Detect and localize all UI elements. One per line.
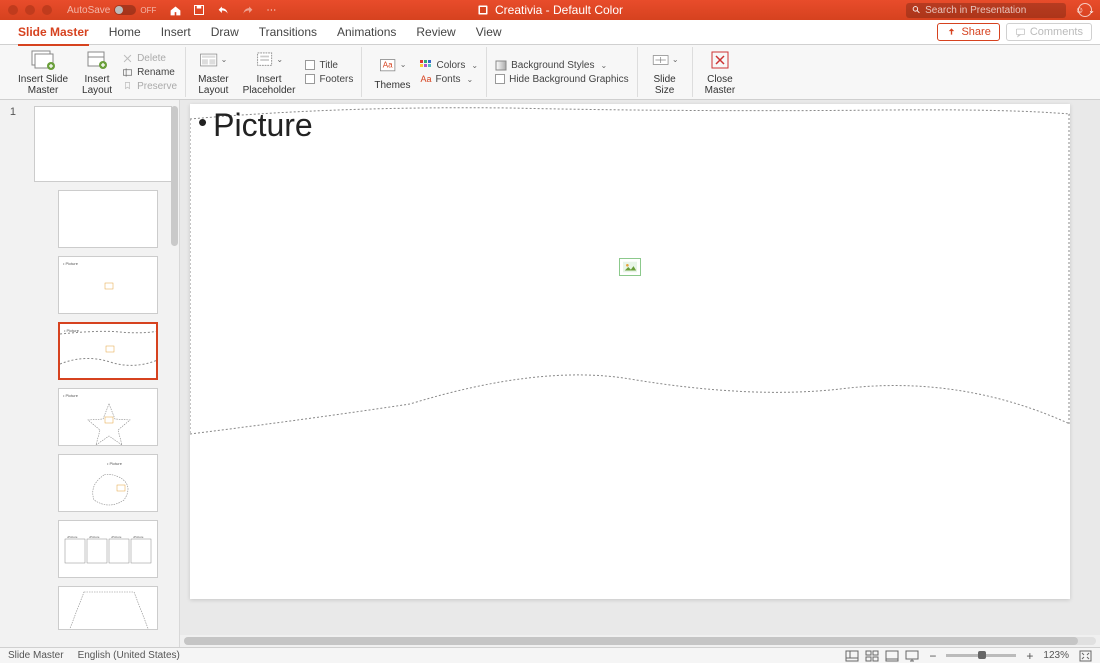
presentation-icon bbox=[477, 4, 489, 16]
undo-icon[interactable] bbox=[216, 3, 230, 17]
group-master-layout: ⌄ Master Layout ⌄ Insert Placeholder Tit… bbox=[186, 47, 362, 97]
group-close: Close Master bbox=[693, 47, 748, 97]
user-account-button[interactable]: ☺⌄ bbox=[1078, 3, 1092, 17]
window-controls bbox=[8, 5, 52, 15]
delete-button: Delete bbox=[122, 53, 177, 64]
reading-view-button[interactable] bbox=[885, 650, 899, 662]
slide-canvas[interactable]: Picture bbox=[190, 104, 1070, 599]
title-checkbox[interactable]: Title bbox=[305, 60, 353, 71]
tab-transitions[interactable]: Transitions bbox=[249, 20, 327, 45]
tab-view[interactable]: View bbox=[466, 20, 512, 45]
search-box[interactable] bbox=[906, 3, 1066, 18]
slide-graphics bbox=[190, 104, 1070, 599]
main-area: 1 • Picture • Picture • Picture • Pictur… bbox=[0, 100, 1100, 647]
thumbnail-panel[interactable]: 1 • Picture • Picture • Picture • Pictur… bbox=[0, 100, 180, 647]
autosave-state: OFF bbox=[140, 6, 156, 15]
zoom-in-button[interactable]: + bbox=[1026, 649, 1033, 663]
fonts-dropdown[interactable]: AaFonts⌄ bbox=[420, 74, 478, 85]
thumbnail-master[interactable] bbox=[34, 106, 172, 182]
thumbnail-layout-5[interactable]: • Picture bbox=[58, 454, 158, 512]
search-input[interactable] bbox=[925, 5, 1060, 16]
autosave-toggle-group[interactable]: AutoSave OFF bbox=[67, 5, 156, 16]
qat-overflow-icon[interactable]: ⋯ bbox=[264, 3, 278, 17]
tab-home[interactable]: Home bbox=[99, 20, 151, 45]
comment-icon bbox=[1015, 27, 1026, 38]
share-icon bbox=[946, 27, 957, 38]
maximize-window-button[interactable] bbox=[42, 5, 52, 15]
redo-icon[interactable] bbox=[240, 3, 254, 17]
themes-button[interactable]: Aa⌄ Themes bbox=[370, 52, 414, 93]
title-placeholder[interactable]: Picture bbox=[198, 107, 313, 144]
footers-checkbox[interactable]: Footers bbox=[305, 74, 353, 85]
close-master-button[interactable]: Close Master bbox=[701, 46, 740, 98]
picture-placeholder-icon[interactable] bbox=[619, 258, 641, 276]
svg-text:•Picture: •Picture bbox=[133, 535, 144, 539]
document-title: Creativia - Default Color bbox=[495, 3, 623, 17]
background-styles-dropdown[interactable]: Background Styles⌄ bbox=[495, 60, 629, 71]
tab-draw[interactable]: Draw bbox=[201, 20, 249, 45]
zoom-out-button[interactable]: − bbox=[929, 649, 936, 663]
search-icon bbox=[912, 5, 921, 15]
view-buttons bbox=[845, 650, 919, 662]
insert-slide-master-button[interactable]: Insert Slide Master bbox=[14, 46, 72, 98]
svg-text:•Picture: •Picture bbox=[89, 535, 100, 539]
quick-access-toolbar: ⋯ bbox=[168, 3, 278, 17]
home-icon[interactable] bbox=[168, 3, 182, 17]
thumbnail-layout-6[interactable]: •Picture •Picture •Picture •Picture bbox=[58, 520, 158, 578]
group-background: Background Styles⌄ Hide Background Graph… bbox=[487, 47, 638, 97]
tab-slide-master[interactable]: Slide Master bbox=[8, 20, 99, 45]
title-bar: AutoSave OFF ⋯ Creativia - Default Color… bbox=[0, 0, 1100, 20]
minimize-window-button[interactable] bbox=[25, 5, 35, 15]
preserve-button: Preserve bbox=[122, 81, 177, 92]
autosave-label: AutoSave bbox=[67, 5, 110, 16]
svg-text:• Picture: • Picture bbox=[63, 261, 79, 266]
colors-dropdown[interactable]: Colors⌄ bbox=[420, 60, 478, 71]
insert-placeholder-button[interactable]: ⌄ Insert Placeholder bbox=[239, 46, 300, 98]
rename-button[interactable]: Rename bbox=[122, 67, 177, 78]
save-icon[interactable] bbox=[192, 3, 206, 17]
svg-text:•Picture: •Picture bbox=[67, 535, 78, 539]
zoom-level[interactable]: 123% bbox=[1043, 650, 1069, 661]
insert-layout-button[interactable]: Insert Layout bbox=[78, 46, 116, 98]
thumbnail-layout-3-selected[interactable]: • Picture bbox=[58, 322, 158, 380]
group-edit-master: Insert Slide Master Insert Layout Delete… bbox=[6, 47, 186, 97]
master-number: 1 bbox=[6, 106, 16, 118]
svg-text:•Picture: •Picture bbox=[111, 535, 122, 539]
group-size: ⌄ Slide Size bbox=[638, 47, 693, 97]
canvas-area[interactable]: Picture bbox=[180, 100, 1100, 635]
share-button[interactable]: Share bbox=[937, 23, 999, 41]
group-edit-theme: Aa⌄ Themes Colors⌄ AaFonts⌄ bbox=[362, 47, 487, 97]
status-language[interactable]: English (United States) bbox=[78, 650, 180, 661]
horizontal-scrollbar[interactable] bbox=[180, 635, 1100, 647]
tab-animations[interactable]: Animations bbox=[327, 20, 406, 45]
thumbnail-layout-2[interactable]: • Picture bbox=[58, 256, 158, 314]
svg-text:• Picture: • Picture bbox=[63, 393, 79, 398]
tab-review[interactable]: Review bbox=[406, 20, 465, 45]
zoom-slider[interactable] bbox=[946, 654, 1016, 657]
svg-text:• Picture: • Picture bbox=[107, 461, 123, 466]
sorter-view-button[interactable] bbox=[865, 650, 879, 662]
document-title-group: Creativia - Default Color bbox=[477, 3, 623, 17]
close-window-button[interactable] bbox=[8, 5, 18, 15]
status-view-mode[interactable]: Slide Master bbox=[8, 650, 64, 661]
comments-button[interactable]: Comments bbox=[1006, 23, 1092, 41]
editor-area: Picture bbox=[180, 100, 1100, 647]
ribbon-tabs: Slide Master Home Insert Draw Transition… bbox=[0, 20, 1100, 45]
slide-size-button[interactable]: ⌄ Slide Size bbox=[646, 46, 684, 98]
tab-insert[interactable]: Insert bbox=[151, 20, 201, 45]
fit-to-window-button[interactable] bbox=[1079, 650, 1092, 662]
hide-bg-checkbox[interactable]: Hide Background Graphics bbox=[495, 74, 629, 85]
svg-text:Aa: Aa bbox=[383, 60, 393, 69]
master-layout-button[interactable]: ⌄ Master Layout bbox=[194, 46, 233, 98]
slideshow-view-button[interactable] bbox=[905, 650, 919, 662]
thumbnail-scrollbar[interactable] bbox=[171, 104, 178, 614]
status-bar: Slide Master English (United States) − +… bbox=[0, 647, 1100, 663]
normal-view-button[interactable] bbox=[845, 650, 859, 662]
autosave-toggle[interactable] bbox=[114, 5, 136, 15]
ribbon: Insert Slide Master Insert Layout Delete… bbox=[0, 45, 1100, 100]
thumbnail-layout-7[interactable] bbox=[58, 586, 158, 630]
thumbnail-layout-1[interactable] bbox=[58, 190, 158, 248]
thumbnail-layout-4[interactable]: • Picture bbox=[58, 388, 158, 446]
